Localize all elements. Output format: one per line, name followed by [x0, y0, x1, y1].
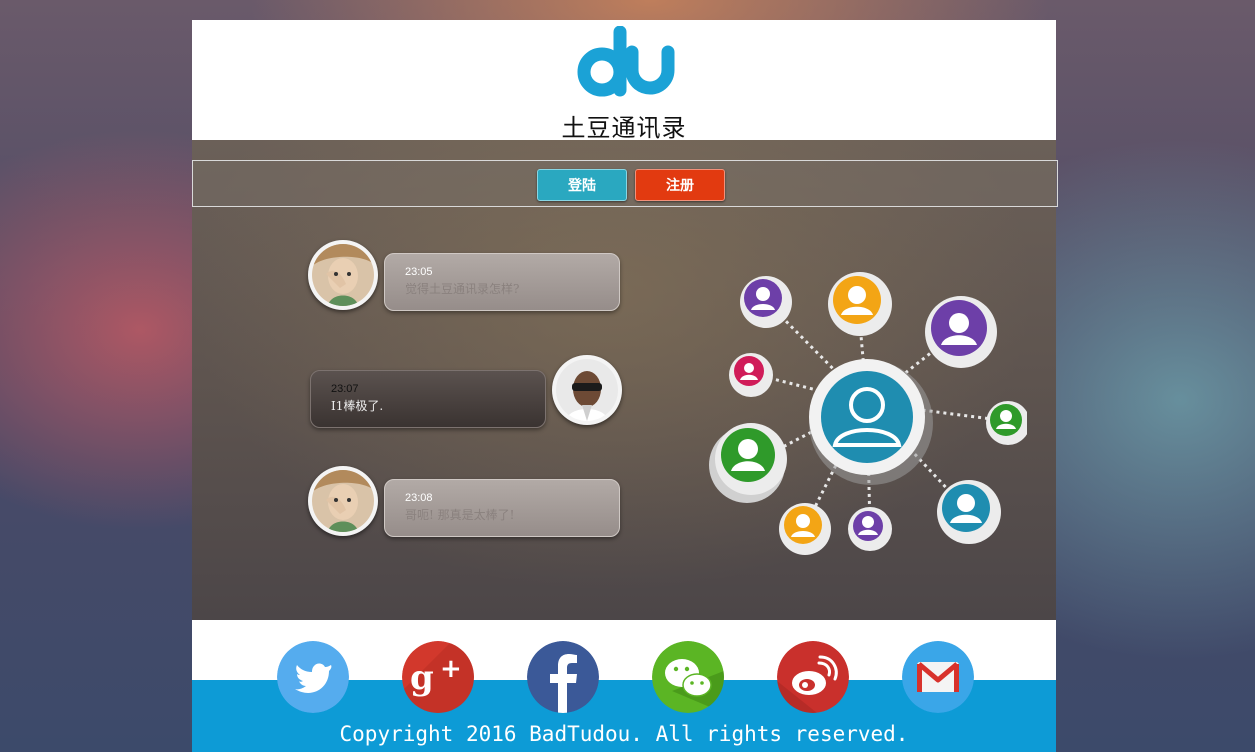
- contact-node: [729, 353, 773, 397]
- chat-message-3: 23:08 哥呃! 那真是太棒了!: [308, 466, 628, 537]
- nav-bar: 登陆 注册: [192, 160, 1058, 207]
- contact-node: [779, 503, 831, 555]
- google-plus-icon[interactable]: g +: [402, 641, 474, 713]
- contact-node: [986, 401, 1027, 445]
- wechat-icon[interactable]: [652, 641, 724, 713]
- login-button[interactable]: 登陆: [537, 169, 627, 201]
- contact-node: [709, 423, 787, 503]
- svg-text:g: g: [410, 658, 434, 698]
- contact-node: [925, 296, 997, 368]
- woman-portrait-icon: [312, 244, 374, 306]
- chat-bubble: 23:07 I1棒极了.: [310, 370, 546, 428]
- chat-bubble: 23:05 觉得土豆通讯录怎样?: [384, 253, 620, 311]
- man-portrait-icon: [556, 359, 618, 421]
- contact-node: [740, 276, 792, 328]
- contacts-network-illustration: [709, 272, 1027, 555]
- contact-node: [937, 480, 1001, 544]
- chat-message-2: 23:07 I1棒极了.: [308, 355, 628, 428]
- main-panel: 登陆 注册 23:05 觉得土豆通讯录怎样? 23:07 I1棒极了. 23:0…: [192, 140, 1058, 620]
- avatar: [308, 240, 378, 310]
- chat-message-1: 23:05 觉得土豆通讯录怎样?: [308, 240, 628, 311]
- copyright-text: Copyright 2016 BadTudou. All rights rese…: [339, 722, 909, 746]
- header: 土豆通讯录: [192, 20, 1056, 142]
- page-container: 土豆通讯录 登陆 注册 23:05 觉得土豆通讯录怎样? 23:07 I1棒极了…: [192, 20, 1058, 752]
- chat-text: 觉得土豆通讯录怎样?: [405, 282, 520, 296]
- contact-node: [828, 272, 892, 336]
- avatar: [308, 466, 378, 536]
- register-button[interactable]: 注册: [635, 169, 725, 201]
- contact-node: [848, 507, 892, 551]
- weibo-icon[interactable]: [777, 641, 849, 713]
- chat-text: I1棒极了.: [331, 399, 384, 413]
- chat-time: 23:05: [405, 266, 433, 278]
- woman-portrait-icon: [312, 470, 374, 532]
- app-title: 土豆通讯录: [561, 114, 687, 142]
- chat-time: 23:08: [405, 492, 433, 504]
- chat-time: 23:07: [331, 383, 359, 395]
- svg-text:+: +: [440, 654, 462, 684]
- twitter-icon[interactable]: [277, 641, 349, 713]
- avatar: [552, 355, 622, 425]
- chat-text: 哥呃! 那真是太棒了!: [405, 508, 515, 522]
- facebook-icon[interactable]: [527, 641, 599, 713]
- chat-bubble: 23:08 哥呃! 那真是太棒了!: [384, 479, 620, 537]
- du-logo-icon: [577, 26, 675, 97]
- mail-icon[interactable]: [902, 641, 974, 713]
